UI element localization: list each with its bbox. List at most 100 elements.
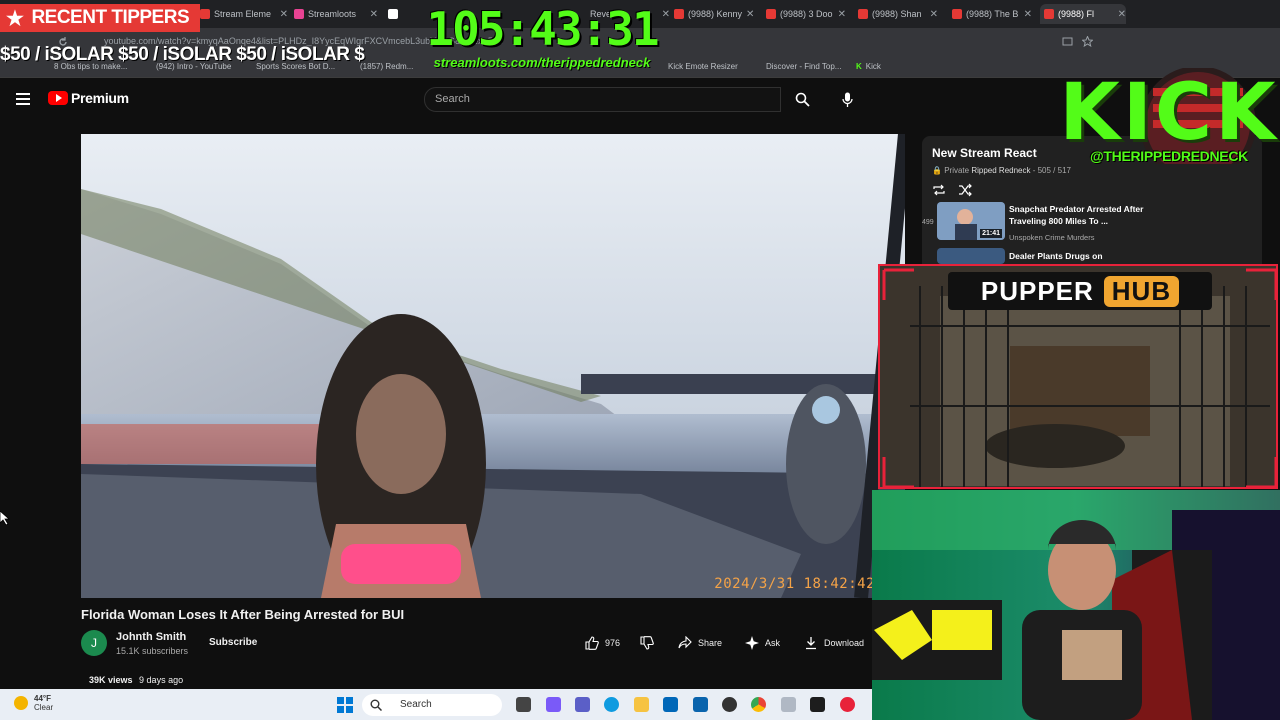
dislike-button[interactable] (640, 634, 660, 652)
youtube-header: Premium Search (0, 78, 1060, 122)
tab-active-fl[interactable]: (9988) Fl ✕ (1040, 4, 1126, 24)
playlist-title[interactable]: New Stream React (932, 146, 1037, 160)
hub-word: HUB (1103, 275, 1180, 307)
tab-favicon-icon (200, 9, 210, 19)
pupper-word: PUPPER (980, 275, 1094, 306)
bookmark-kick[interactable]: K Kick (856, 62, 881, 71)
pupper-hub-cam: PUPPER HUB (878, 264, 1278, 489)
playlist-item-thumbnail: 21:41 (937, 202, 1005, 240)
tab-stream-elements[interactable]: Stream Eleme ✕ (200, 4, 288, 24)
pupper-hub-banner: PUPPER HUB (948, 272, 1212, 310)
channel-avatar[interactable]: J (81, 630, 107, 656)
star-icon: ★ (6, 7, 24, 30)
download-icon (806, 637, 816, 650)
logo-text: Premium (71, 90, 129, 106)
tab-label: Stream Eleme (214, 9, 272, 19)
file-explorer-icon[interactable] (634, 697, 649, 712)
copilot-icon[interactable] (546, 697, 561, 712)
playlist-item[interactable]: Dealer Plants Drugs on (922, 248, 1262, 264)
voice-search-button[interactable] (836, 87, 858, 112)
channel-name[interactable]: Johnth Smith (116, 631, 186, 643)
playlist-item[interactable]: 499 21:41 Snapchat Predator Arrested Aft… (922, 202, 1262, 246)
store-icon[interactable] (663, 697, 678, 712)
search-input[interactable]: Search (424, 87, 781, 112)
video-frame-image (81, 134, 905, 598)
tab-label: (9988) 3 Doo (780, 9, 833, 19)
close-icon[interactable]: ✕ (1020, 9, 1032, 20)
app-icon[interactable] (781, 697, 796, 712)
recent-tippers-banner: ★ RECENT TIPPERS (0, 4, 200, 32)
teams-icon[interactable] (575, 697, 590, 712)
tab-shan[interactable]: (9988) Shan ✕ (858, 4, 938, 24)
tab-the-b[interactable]: (9988) The B ✕ (952, 4, 1032, 24)
playlist-item-thumbnail (937, 248, 1005, 264)
search-icon (795, 92, 810, 107)
video-title: Florida Woman Loses It After Being Arres… (81, 607, 405, 622)
playlist-item-title: Snapchat Predator Arrested After Traveli… (1009, 204, 1144, 226)
bookmark-label: Kick (865, 62, 881, 71)
taskbar-search-label: Search (400, 699, 432, 710)
download-button[interactable]: Download (804, 634, 864, 652)
close-icon[interactable]: ✕ (1114, 9, 1126, 20)
playlist-item-channel: Unspoken Crime Murders (1009, 233, 1095, 242)
playlist-item-index: 499 (922, 219, 934, 226)
windows-start-icon[interactable] (337, 697, 353, 713)
recent-tippers-label: RECENT TIPPERS (31, 7, 190, 28)
streamer-webcam (872, 490, 1280, 720)
search-button[interactable] (781, 87, 823, 112)
thumbs-up-icon (585, 636, 599, 650)
kick-handle: @THERIPPEDREDNECK (1090, 148, 1248, 164)
webcam-image (872, 490, 1280, 720)
shuffle-icon[interactable] (958, 183, 972, 197)
youtube-premium-logo[interactable]: Premium (48, 90, 129, 106)
view-count: 39K views (89, 675, 133, 685)
ask-button[interactable]: Ask (745, 634, 780, 652)
playlist-position: 505 / 517 (1037, 166, 1071, 175)
subathon-timer: 105:43:31 (426, 2, 659, 56)
tab-streamloots[interactable]: Streamloots ✕ (294, 4, 378, 24)
bookmark-discover[interactable]: Discover - Find Top... (766, 62, 841, 71)
microphone-icon (841, 92, 853, 107)
thumbs-down-icon (640, 636, 654, 650)
weather-widget[interactable]: 44°F Clear (14, 694, 53, 712)
hamburger-menu-icon[interactable] (16, 93, 30, 105)
streamer-app-icon[interactable] (840, 697, 855, 712)
tab-kenny[interactable]: (9988) Kenny ✕ (674, 4, 754, 24)
obs-icon[interactable] (722, 697, 737, 712)
close-icon[interactable]: ✕ (834, 9, 846, 20)
task-view-icon[interactable] (516, 697, 531, 712)
share-button[interactable]: Share (678, 634, 722, 652)
subscriber-count: 15.1K subscribers (116, 646, 189, 656)
bookmark-star-icon[interactable] (1082, 36, 1093, 47)
tab-3-doo[interactable]: (9988) 3 Doo ✕ (766, 4, 846, 24)
edge-icon[interactable] (604, 697, 619, 712)
terminal-icon[interactable] (810, 697, 825, 712)
playlist-item-duration: 21:41 (980, 229, 1002, 238)
loop-icon[interactable] (932, 183, 946, 197)
share-label: Share (698, 638, 723, 648)
temperature: 44°F (34, 694, 51, 703)
subscribe-button[interactable]: Subscribe (198, 633, 268, 653)
tab-label: (9988) Kenny (688, 9, 743, 19)
taskbar-search[interactable]: Search (362, 694, 502, 716)
tab-label: (9988) The B (966, 9, 1019, 19)
kick-favicon-icon: K (856, 62, 862, 71)
playlist-item-title: Dealer Plants Drugs on (1009, 251, 1103, 261)
close-icon[interactable]: ✕ (926, 9, 938, 20)
tab-label: (9988) Fl (1058, 9, 1095, 19)
video-player[interactable]: 2024/3/31 18:42:42 (81, 134, 905, 598)
youtube-favicon-icon (858, 9, 868, 19)
windows-taskbar: 44°F Clear Search (0, 689, 872, 720)
chrome-icon[interactable] (751, 697, 766, 712)
sparkle-icon (745, 636, 759, 650)
close-icon[interactable]: ✕ (366, 9, 378, 20)
search-icon (370, 699, 382, 711)
youtube-favicon-icon (1044, 9, 1054, 19)
outlook-icon[interactable] (693, 697, 708, 712)
close-icon[interactable]: ✕ (276, 9, 288, 20)
playlist-owner[interactable]: Ripped Redneck (971, 166, 1030, 175)
close-icon[interactable]: ✕ (742, 9, 754, 20)
like-button[interactable]: 976 (585, 634, 620, 652)
youtube-play-icon (48, 91, 68, 105)
cast-icon[interactable] (1062, 37, 1073, 47)
